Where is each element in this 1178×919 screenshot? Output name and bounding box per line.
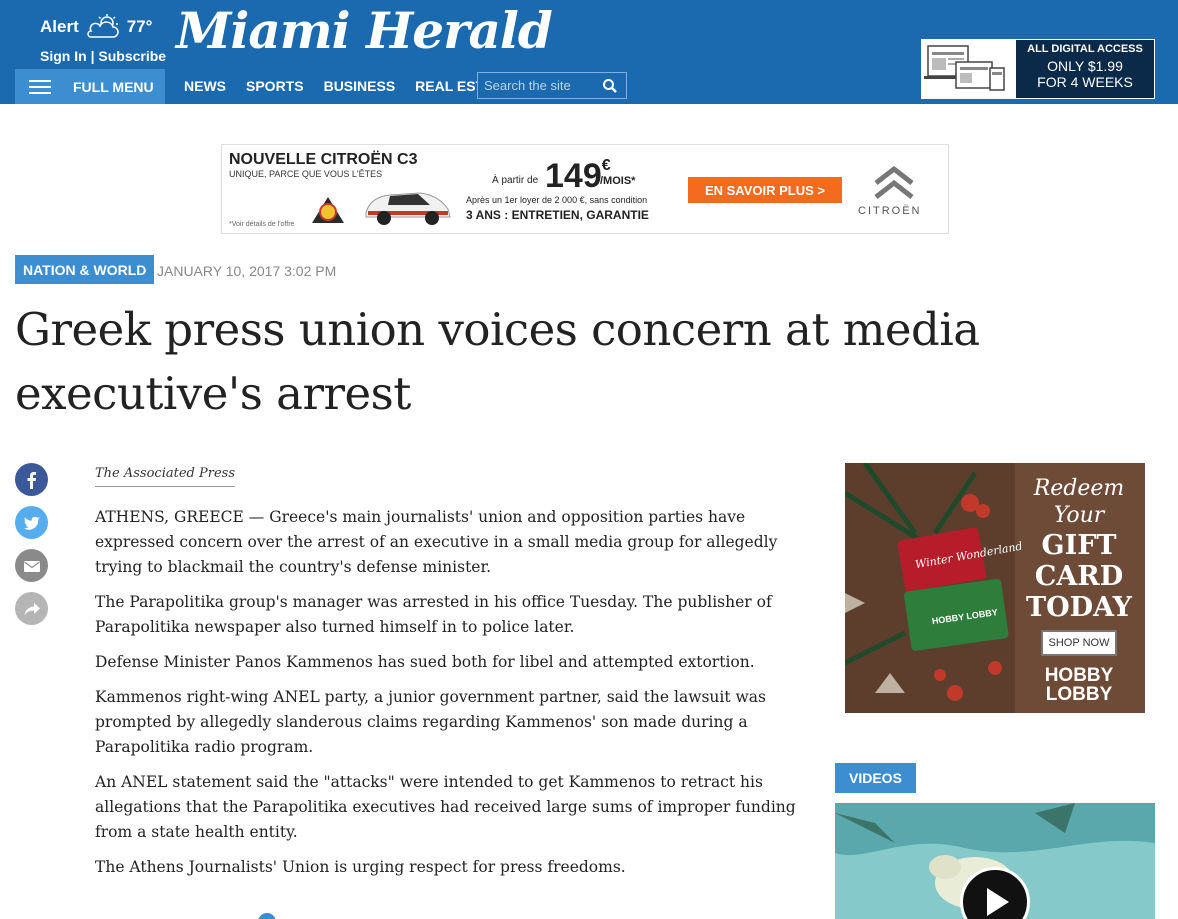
- site-header: Alert 77° Sign In | Subscribe Miami Hera…: [0, 0, 1178, 104]
- article-headline: Greek press union voices concern at medi…: [15, 303, 980, 420]
- full-menu-button[interactable]: FULL MENU: [15, 69, 165, 104]
- ad-right-brand-2: LOBBY: [1045, 684, 1113, 705]
- weather-alert[interactable]: Alert: [40, 17, 79, 37]
- article-byline[interactable]: The Associated Press: [95, 466, 235, 487]
- ad-terms: Après un 1er loyer de 2 000 €, sans cond…: [466, 195, 648, 205]
- email-share-button[interactable]: [15, 549, 48, 582]
- play-button[interactable]: [960, 867, 1030, 919]
- ad-currency: €: [601, 157, 611, 174]
- ad-right-line4: CARD: [1034, 561, 1124, 592]
- promo-offer: ALL DIGITAL ACCESS ONLY $1.99 FOR 4 WEEK…: [1016, 40, 1154, 98]
- videos-heading[interactable]: VIDEOS: [835, 763, 916, 793]
- ad-right-line5: TODAY: [1026, 592, 1132, 623]
- nav-news[interactable]: NEWS: [184, 78, 226, 94]
- ad-right-line2: Your: [1053, 503, 1105, 528]
- promo-line-1: ALL DIGITAL ACCESS: [1027, 43, 1143, 55]
- ad-subtitle: UNIQUE, PARCE QUE VOUS L'ÊTES: [229, 169, 383, 179]
- article-paragraph: Kammenos right-wing ANEL party, a junior…: [95, 688, 766, 756]
- promo-line-3: FOR 4 WEEKS: [1037, 74, 1133, 90]
- ad-right-line3: GIFT: [1041, 530, 1117, 561]
- ad-title: NOUVELLE CITROËN C3: [229, 151, 418, 168]
- site-logo[interactable]: Miami Herald: [176, 0, 553, 62]
- subscribe-link[interactable]: Subscribe: [98, 48, 166, 64]
- search-input[interactable]: [484, 78, 602, 93]
- twitter-icon: [23, 516, 40, 530]
- video-thumbnail[interactable]: [835, 803, 1155, 919]
- more-share-button[interactable]: [15, 592, 48, 625]
- ad-note: *Voir détails de l'offre: [229, 221, 295, 228]
- car-image: [365, 192, 451, 225]
- award-badge-icon: [312, 197, 344, 223]
- account-separator: |: [90, 48, 95, 64]
- article-paragraph: An ANEL statement said the "attacks" wer…: [95, 773, 796, 841]
- scroll-indicator: [258, 913, 276, 919]
- hamburger-icon: [29, 79, 51, 94]
- ad-per-month: /MOIS*: [600, 175, 636, 187]
- weather-widget[interactable]: Alert 77°: [40, 14, 152, 40]
- ad-price-value: 149: [545, 157, 602, 195]
- article-paragraph: Defense Minister Panos Kammenos has sued…: [95, 653, 755, 671]
- subscription-promo[interactable]: ALL DIGITAL ACCESS ONLY $1.99 FOR 4 WEEK…: [921, 39, 1155, 99]
- ad-warranty: 3 ANS : ENTRETIEN, GARANTIE: [466, 208, 649, 222]
- nav-business[interactable]: BUSINESS: [324, 78, 396, 94]
- search-icon[interactable]: [602, 78, 618, 94]
- email-icon: [23, 560, 40, 572]
- ad-right-brand-1: HOBBY: [1044, 665, 1114, 686]
- share-icon: [24, 602, 40, 615]
- section-tag[interactable]: NATION & WORLD: [15, 255, 155, 284]
- sign-in-link[interactable]: Sign In: [40, 48, 87, 64]
- ad-brand: CITROËN: [858, 205, 922, 217]
- article-date: JANUARY 10, 2017 3:02 PM: [157, 263, 337, 279]
- ad-right-copy: Redeem Your GIFT CARD TODAY SHOP NOW HOB…: [1020, 475, 1138, 704]
- ad-right-line1: Redeem: [1033, 476, 1125, 501]
- search-box: [477, 72, 627, 99]
- facebook-share-button[interactable]: [15, 463, 48, 496]
- twitter-share-button[interactable]: [15, 506, 48, 539]
- right-rail-ad[interactable]: Winter Wonderland HOBBY LOBBY Redeem You…: [845, 463, 1145, 713]
- facebook-icon: [27, 471, 36, 489]
- promo-line-2: ONLY $1.99: [1047, 58, 1123, 74]
- main-nav: NEWS SPORTS BUSINESS REAL ESTATE: [184, 78, 510, 94]
- top-banner-ad[interactable]: NOUVELLE CITROËN C3 UNIQUE, PARCE QUE VO…: [221, 144, 949, 234]
- shop-now-button[interactable]: SHOP NOW: [1041, 630, 1117, 656]
- play-icon: [987, 888, 1009, 916]
- temperature: 77°: [126, 17, 153, 36]
- article-paragraph: The Athens Journalists' Union is urging …: [95, 858, 626, 876]
- nav-sports[interactable]: SPORTS: [246, 78, 304, 94]
- devices-illustration: [922, 40, 1016, 98]
- ad-cta-button[interactable]: EN SAVOIR PLUS >: [688, 177, 842, 203]
- account-links: Sign In | Subscribe: [40, 48, 166, 64]
- cloud-sun-icon: [87, 14, 119, 38]
- article-paragraph: ATHENS, GREECE — Greece's main journalis…: [95, 508, 778, 576]
- article-body: ATHENS, GREECE — Greece's main journalis…: [95, 505, 805, 890]
- article-paragraph: The Parapolitika group's manager was arr…: [95, 593, 772, 636]
- full-menu-label: FULL MENU: [73, 78, 154, 95]
- ad-a-partir: À partir de: [492, 175, 539, 186]
- citroen-logo-icon: [874, 165, 914, 199]
